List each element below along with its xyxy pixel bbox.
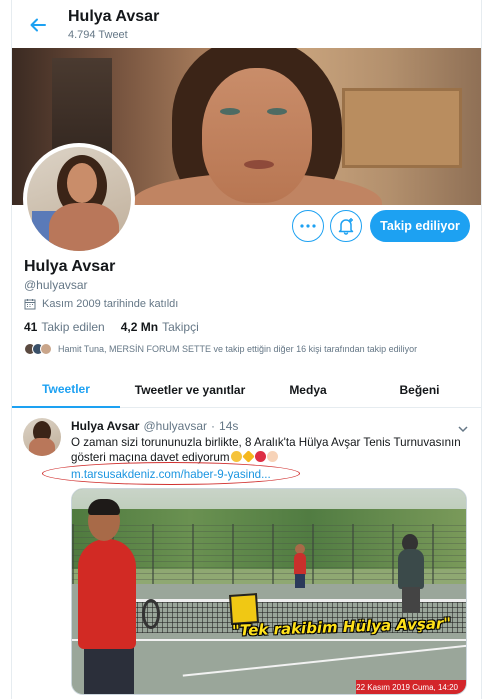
clap-emoji-icon	[266, 451, 278, 462]
tweet-header: Hulya Avsar @hulyavsar · 14s	[71, 419, 238, 433]
joined-date: Kasım 2009 tarihinde katıldı	[24, 298, 178, 310]
top-bar: Hulya Avsar 4.794 Tweet	[12, 0, 481, 48]
heart-emoji-icon	[254, 451, 266, 462]
followers-you-know[interactable]: Hamit Tuna, MERSİN FORUM SETTE ve takip …	[24, 343, 417, 355]
following-button[interactable]: Takip ediliyor	[370, 210, 470, 242]
followers-label: Takipçi	[162, 320, 199, 334]
tab-tweets[interactable]: Tweetler	[12, 372, 120, 408]
tab-tweets-and-replies[interactable]: Tweetler ve yanıtlar	[120, 372, 260, 408]
profile-tabs: Tweetler Tweetler ve yanıtlar Medya Beğe…	[12, 372, 481, 408]
tweet-time[interactable]: 14s	[219, 419, 238, 433]
profile-page: Hulya Avsar 4.794 Tweet Takip ediliyor H…	[11, 0, 482, 699]
star-emoji-icon	[241, 450, 255, 463]
calendar-icon	[24, 299, 36, 310]
media-date-strip: 22 Kasım 2019 Cuma, 14:20	[356, 680, 466, 694]
link-highlight-oval	[42, 462, 300, 485]
tweet-media-image[interactable]: "Tek rakibim Hülya Avşar" 22 Kasım 2019 …	[71, 488, 467, 695]
grin-emoji-icon	[230, 451, 242, 462]
tab-likes[interactable]: Beğeni	[356, 372, 481, 408]
followers-link[interactable]: 4,2 Mn Takipçi	[121, 320, 199, 334]
header-name: Hulya Avsar	[68, 8, 160, 25]
following-link[interactable]: 41 Takip edilen	[24, 320, 105, 334]
tweet-text-line1: O zaman sizi torununuzla birlikte, 8 Ara…	[71, 436, 461, 449]
back-arrow-icon[interactable]	[27, 14, 49, 36]
more-dots-icon	[300, 224, 316, 228]
mutual-avatar	[40, 343, 52, 355]
bell-plus-icon	[338, 218, 354, 235]
tweet-author-name[interactable]: Hulya Avsar	[71, 419, 139, 433]
profile-name: Hulya Avsar	[24, 258, 116, 275]
tweet-separator: ·	[211, 419, 216, 433]
following-count: 41	[24, 320, 38, 334]
header-tweet-count: 4.794 Tweet	[68, 29, 128, 41]
tweet-author-handle[interactable]: @hulyavsar	[143, 419, 207, 433]
more-options-button[interactable]	[292, 210, 324, 242]
profile-avatar[interactable]	[23, 143, 135, 255]
followed-by-text: Hamit Tuna, MERSİN FORUM SETTE ve takip …	[58, 344, 418, 354]
tab-media[interactable]: Medya	[260, 372, 356, 408]
mutual-avatars	[24, 343, 52, 355]
tweet-avatar[interactable]	[23, 418, 61, 456]
followers-count: 4,2 Mn	[120, 320, 159, 334]
following-label: Takip edilen	[41, 320, 105, 334]
tweet-text: O zaman sizi torununuzla birlikte, 8 Ara…	[71, 435, 471, 465]
notifications-bell-button[interactable]	[330, 210, 362, 242]
joined-text: Kasım 2009 tarihinde katıldı	[42, 298, 179, 310]
follow-stats: 41 Takip edilen 4,2 Mn Takipçi	[24, 320, 199, 334]
profile-handle: @hulyavsar	[24, 278, 88, 292]
